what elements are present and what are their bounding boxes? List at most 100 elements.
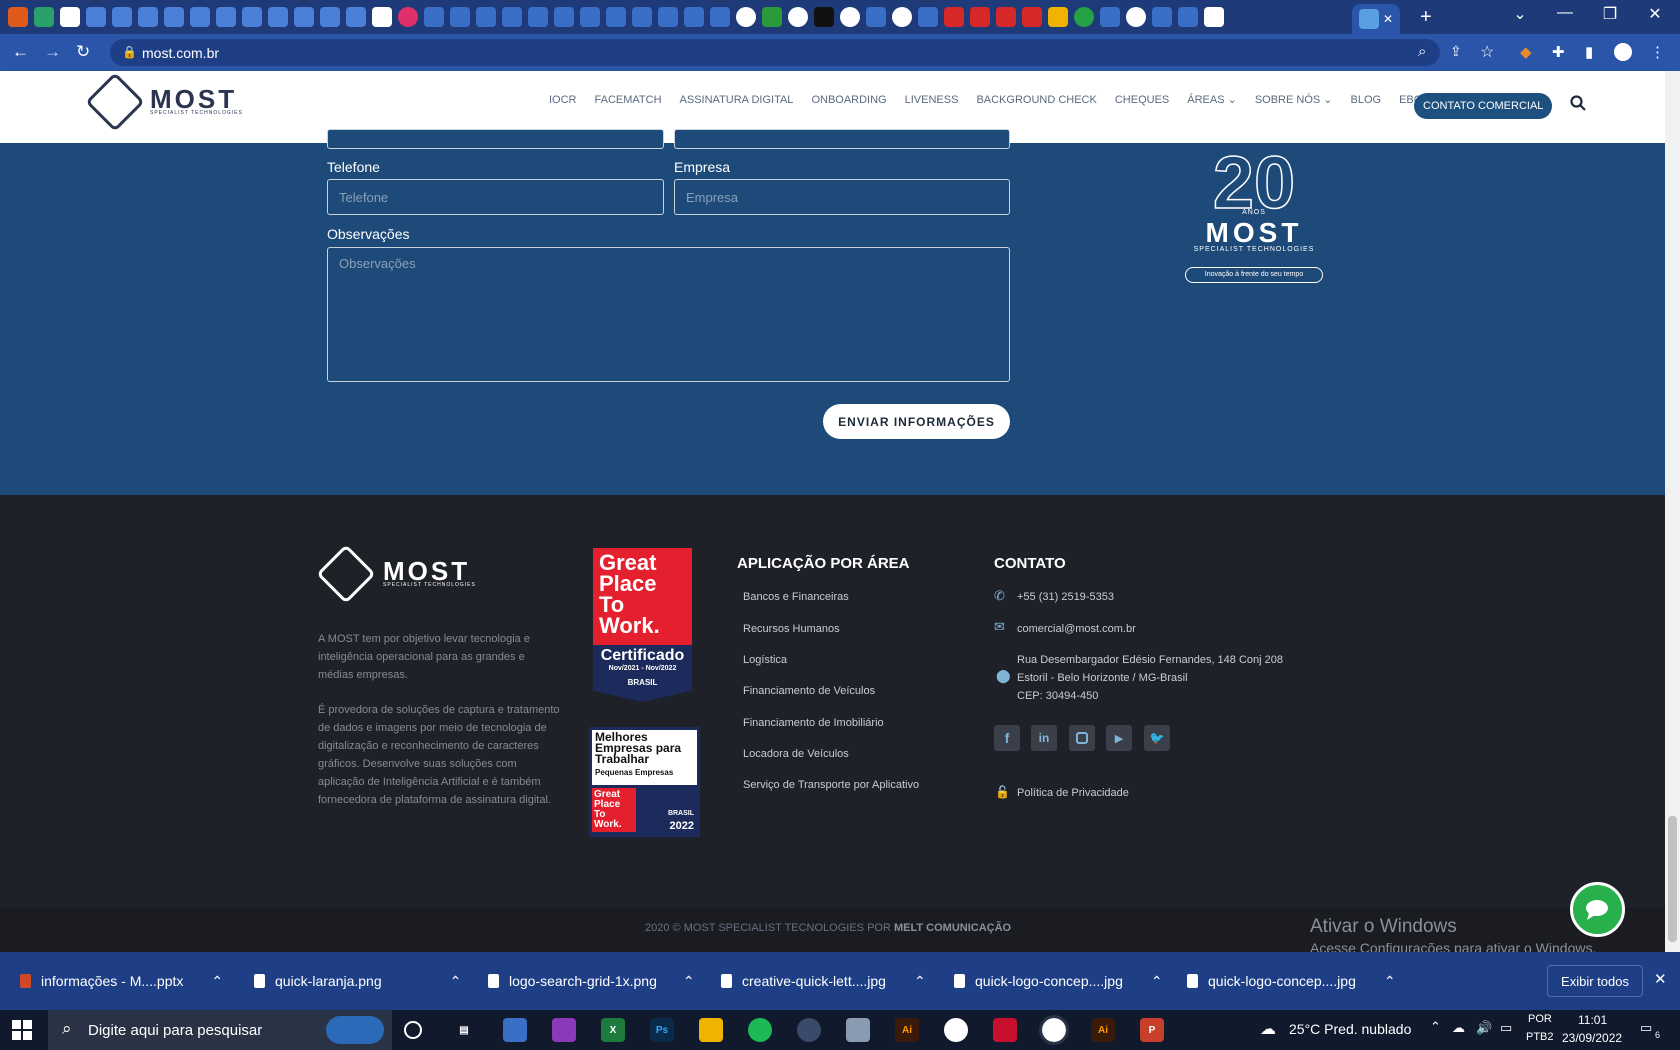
- enviar-informacoes-button[interactable]: ENVIAR INFORMAÇÕES: [823, 404, 1010, 439]
- task-view-icon[interactable]: ▤: [452, 1018, 476, 1042]
- area-link[interactable]: Locadora de Veículos: [743, 748, 849, 760]
- download-item[interactable]: quick-logo-concep....jpg ⌃: [954, 952, 1163, 1010]
- tray-chevron-icon[interactable]: ⌃: [1430, 1019, 1441, 1035]
- chevron-up-icon[interactable]: ⌃: [211, 973, 223, 990]
- tab-favicon[interactable]: [1048, 7, 1068, 27]
- excel-icon[interactable]: X: [601, 1018, 625, 1042]
- area-link[interactable]: Financiamento de Veículos: [743, 685, 875, 697]
- zoom-icon[interactable]: ⌕: [1418, 43, 1426, 60]
- area-link[interactable]: Bancos e Financeiras: [743, 591, 849, 603]
- tab-favicon[interactable]: [710, 7, 730, 27]
- melt-link[interactable]: MELT COMUNICAÇÃO: [894, 922, 1011, 934]
- chevron-down-icon[interactable]: ⌄: [1500, 4, 1540, 24]
- new-tab-icon[interactable]: +: [1420, 6, 1432, 29]
- tab-favicon[interactable]: [918, 7, 938, 27]
- contato-comercial-button[interactable]: CONTATO COMERCIAL: [1414, 93, 1553, 119]
- tab-favicon[interactable]: [970, 7, 990, 27]
- tab-favicon[interactable]: [1100, 7, 1120, 27]
- tab-favicon[interactable]: [684, 7, 704, 27]
- metamask-icon[interactable]: ◆: [1520, 43, 1532, 61]
- footer-logo[interactable]: MOST SPECIALIST TECHNOLOGIES: [316, 544, 476, 604]
- back-icon[interactable]: ←: [12, 42, 29, 62]
- show-all-downloads-button[interactable]: Exibir todos: [1547, 965, 1643, 997]
- download-item[interactable]: quick-laranja.png ⌃: [254, 952, 461, 1010]
- download-item[interactable]: informações - M....pptx ⌃: [20, 952, 223, 1010]
- tab-favicon[interactable]: [762, 7, 782, 27]
- nav-assinatura-digital[interactable]: ASSINATURA DIGITAL: [680, 94, 794, 106]
- tab-favicon[interactable]: [450, 7, 470, 27]
- tab-favicon[interactable]: [346, 7, 366, 27]
- nav-background-check[interactable]: BACKGROUND CHECK: [976, 94, 1096, 106]
- share-icon[interactable]: ⇪: [1450, 43, 1462, 60]
- acrobat-icon[interactable]: [993, 1018, 1017, 1042]
- tab-favicon[interactable]: [736, 7, 756, 27]
- tab-favicon[interactable]: [216, 7, 236, 27]
- telefone-input[interactable]: Telefone: [327, 179, 664, 215]
- chat-button[interactable]: [1570, 882, 1625, 937]
- close-window-icon[interactable]: ✕: [1635, 4, 1675, 24]
- chevron-up-icon[interactable]: ⌃: [1384, 973, 1396, 990]
- nav-liveness[interactable]: LIVENESS: [905, 94, 959, 106]
- tab-favicon[interactable]: [294, 7, 314, 27]
- close-tab-icon[interactable]: ✕: [1383, 12, 1393, 26]
- tab-favicon[interactable]: [814, 7, 834, 27]
- tab-favicon[interactable]: [1126, 7, 1146, 27]
- area-link[interactable]: Logística: [743, 654, 787, 666]
- lang-primary[interactable]: POR: [1528, 1013, 1552, 1025]
- tab-favicon[interactable]: [112, 7, 132, 27]
- star-icon[interactable]: ☆: [1480, 42, 1494, 62]
- nav-onboarding[interactable]: ONBOARDING: [811, 94, 886, 106]
- network-icon[interactable]: ☁: [1452, 1020, 1465, 1036]
- url-text[interactable]: most.com.br: [142, 45, 219, 61]
- sidepanel-icon[interactable]: ▮: [1585, 43, 1593, 61]
- chevron-up-icon[interactable]: ⌃: [1151, 973, 1163, 990]
- tab-favicon[interactable]: [554, 7, 574, 27]
- photoshop-icon[interactable]: Ps: [650, 1018, 674, 1042]
- tab-favicon[interactable]: [606, 7, 626, 27]
- youtube-icon[interactable]: ▶: [1106, 725, 1132, 751]
- nav-sobre-nos[interactable]: SOBRE NÓS ⌄: [1255, 93, 1333, 106]
- illustrator-icon[interactable]: Ai: [1091, 1018, 1115, 1042]
- clock-date[interactable]: 23/09/2022: [1562, 1031, 1622, 1045]
- explorer-icon[interactable]: [699, 1018, 723, 1042]
- lock-icon[interactable]: 🔒: [122, 45, 137, 59]
- facebook-icon[interactable]: f: [994, 725, 1020, 751]
- powerpoint-icon[interactable]: P: [1140, 1018, 1164, 1042]
- tab-favicon[interactable]: [840, 7, 860, 27]
- tab-favicon[interactable]: [320, 7, 340, 27]
- tab-favicon[interactable]: [1178, 7, 1198, 27]
- tab-favicon[interactable]: [866, 7, 886, 27]
- tab-favicon[interactable]: [164, 7, 184, 27]
- minimize-icon[interactable]: —: [1545, 4, 1585, 22]
- email-link[interactable]: comercial@most.com.br: [1017, 623, 1136, 635]
- tab-favicon[interactable]: [1204, 7, 1224, 27]
- illustrator-icon[interactable]: Ai: [895, 1018, 919, 1042]
- nav-cheques[interactable]: CHEQUES: [1115, 94, 1169, 106]
- tab-favicon[interactable]: [580, 7, 600, 27]
- winrar-icon[interactable]: [552, 1018, 576, 1042]
- empresa-input[interactable]: Empresa: [674, 179, 1010, 215]
- close-downloads-icon[interactable]: ✕: [1654, 970, 1667, 988]
- tab-favicon[interactable]: [658, 7, 678, 27]
- privacy-link[interactable]: Política de Privacidade: [1017, 787, 1129, 799]
- profile-icon[interactable]: [1614, 43, 1632, 61]
- chrome-icon[interactable]: [944, 1018, 968, 1042]
- tab-favicon[interactable]: [242, 7, 262, 27]
- nav-facematch[interactable]: FACEMATCH: [595, 94, 662, 106]
- nav-areas[interactable]: ÁREAS ⌄: [1187, 93, 1237, 106]
- tab-favicon[interactable]: [424, 7, 444, 27]
- tab-favicon[interactable]: [138, 7, 158, 27]
- taskbar-search[interactable]: ⌕ Digite aqui para pesquisar: [48, 1010, 392, 1050]
- tab-favicon[interactable]: [1022, 7, 1042, 27]
- observacoes-textarea[interactable]: Observações: [327, 247, 1010, 382]
- page-scrollbar[interactable]: [1665, 71, 1680, 952]
- scrollbar-thumb[interactable]: [1668, 816, 1677, 942]
- tab-favicon[interactable]: [632, 7, 652, 27]
- reload-icon[interactable]: ↻: [76, 42, 90, 62]
- volume-icon[interactable]: 🔊: [1476, 1020, 1492, 1036]
- restore-icon[interactable]: ❐: [1590, 4, 1630, 24]
- puzzle-icon[interactable]: ✚: [1552, 43, 1565, 61]
- app-icon[interactable]: [846, 1018, 870, 1042]
- chevron-up-icon[interactable]: ⌃: [683, 973, 695, 990]
- active-tab[interactable]: ✕: [1352, 4, 1400, 34]
